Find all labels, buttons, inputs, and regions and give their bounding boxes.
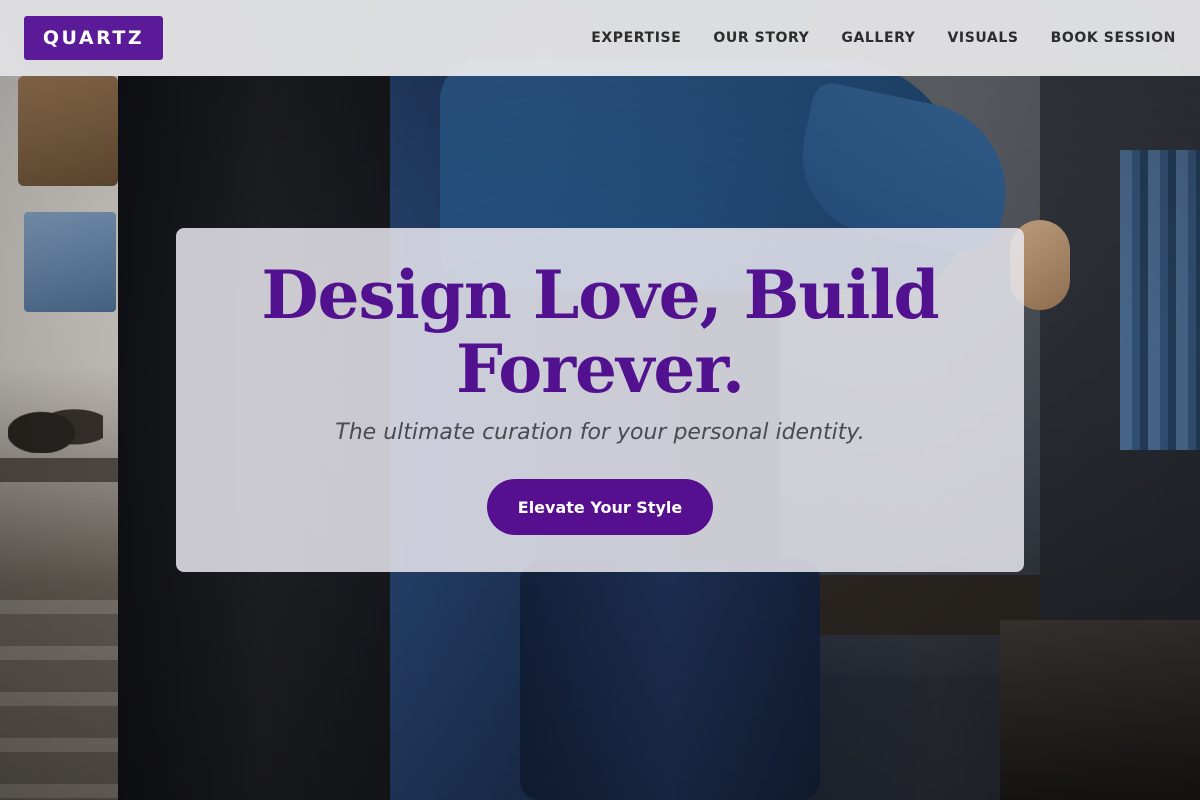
hero-subtitle: The ultimate curation for your personal …	[335, 420, 865, 445]
logo-button[interactable]: QUARTZ	[24, 16, 163, 60]
hero-card: Design Love, Build Forever. The ultimate…	[176, 228, 1024, 572]
elevate-style-button[interactable]: Elevate Your Style	[487, 479, 713, 535]
main-nav: EXPERTISE OUR STORY GALLERY VISUALS BOOK…	[591, 30, 1176, 46]
hero-title: Design Love, Build Forever.	[261, 256, 939, 408]
nav-link-our-story[interactable]: OUR STORY	[713, 30, 809, 46]
nav-link-book-session[interactable]: BOOK SESSION	[1051, 30, 1176, 46]
nav-link-gallery[interactable]: GALLERY	[841, 30, 915, 46]
nav-link-expertise[interactable]: EXPERTISE	[591, 30, 681, 46]
nav-link-visuals[interactable]: VISUALS	[947, 30, 1018, 46]
site-header: QUARTZ EXPERTISE OUR STORY GALLERY VISUA…	[0, 0, 1200, 76]
